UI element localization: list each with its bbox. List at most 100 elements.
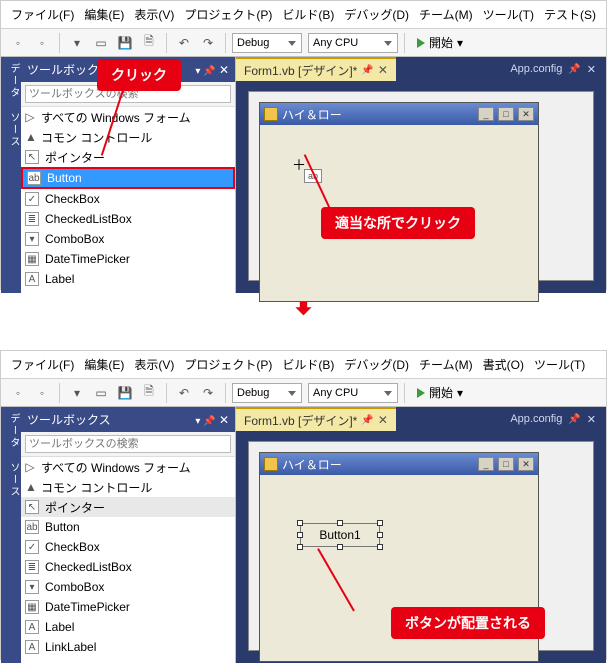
pin-icon[interactable]: ▾ 📌: [195, 66, 215, 77]
close-tab-icon[interactable]: ✕: [378, 413, 388, 427]
menu-project[interactable]: プロジェクト(P): [180, 354, 276, 375]
toolbox-item-combobox[interactable]: ▾ComboBox: [21, 577, 235, 597]
menu-debug[interactable]: デバッグ(D): [340, 354, 413, 375]
save-button[interactable]: 💾: [114, 382, 136, 404]
toolbox-item-label[interactable]: ALabel: [21, 269, 235, 289]
form-titlebar: ハイ＆ロー _ □ ✕: [260, 103, 538, 125]
toolbox-item-label: DateTimePicker: [45, 252, 130, 266]
menu-tools[interactable]: ツール(T): [530, 354, 589, 375]
design-canvas[interactable]: ハイ＆ロー _ □ ✕ ＋ ab: [248, 91, 594, 281]
datasource-side-tab[interactable]: データ ソース: [1, 407, 21, 663]
menu-team[interactable]: チーム(M): [415, 354, 477, 375]
toolbox-item-datetimepicker[interactable]: ▦DateTimePicker: [21, 597, 235, 617]
menu-edit[interactable]: 編集(E): [80, 4, 128, 25]
maximize-button[interactable]: □: [498, 107, 514, 121]
doc-tab-inactive[interactable]: App.config 📌 ✕: [500, 407, 606, 431]
resize-handle[interactable]: [337, 520, 343, 526]
doc-tab-inactive[interactable]: App.config 📌 ✕: [500, 57, 606, 81]
resize-handle[interactable]: [377, 520, 383, 526]
new-item-button[interactable]: ▾: [66, 32, 88, 54]
save-all-button[interactable]: 🗎: [138, 32, 160, 54]
toolbox-item-datetimepicker[interactable]: ▦ DateTimePicker: [21, 249, 235, 269]
platform-dropdown[interactable]: Any CPU: [308, 383, 398, 403]
toolbox-item-checkedlistbox[interactable]: ≣CheckedListBox: [21, 557, 235, 577]
doc-tab-active[interactable]: Form1.vb [デザイン]* 📌 ✕: [236, 407, 396, 431]
open-button[interactable]: ▭: [90, 382, 112, 404]
undo-button[interactable]: ↶: [173, 382, 195, 404]
platform-dropdown[interactable]: Any CPU: [308, 33, 398, 53]
group-common-controls[interactable]: ▲コモン コントロール: [21, 127, 235, 147]
new-item-button[interactable]: ▾: [66, 382, 88, 404]
nav-fwd-button[interactable]: ◦: [31, 32, 53, 54]
menu-edit[interactable]: 編集(E): [80, 354, 128, 375]
open-button[interactable]: ▭: [90, 32, 112, 54]
close-tab-icon[interactable]: ✕: [378, 63, 388, 77]
toolbox-item-checkbox[interactable]: ✓CheckBox: [21, 537, 235, 557]
menu-team[interactable]: チーム(M): [415, 4, 477, 25]
close-icon[interactable]: ✕: [219, 413, 229, 427]
toolbox-item-combobox[interactable]: ▾ComboBox: [21, 229, 235, 249]
resize-handle[interactable]: [297, 532, 303, 538]
pin-icon: 📌: [568, 414, 580, 425]
redo-button[interactable]: ↷: [197, 32, 219, 54]
toolbox-item-button[interactable]: abButton: [21, 167, 235, 189]
toolbox-item-checkedlistbox[interactable]: ≣CheckedListBox: [21, 209, 235, 229]
resize-handle[interactable]: [377, 544, 383, 550]
pin-icon[interactable]: 📌: [361, 415, 373, 426]
close-tab-icon[interactable]: ✕: [587, 63, 596, 76]
window-close-button[interactable]: ✕: [518, 457, 534, 471]
resize-handle[interactable]: [297, 544, 303, 550]
menu-view[interactable]: 表示(V): [130, 4, 178, 25]
pointer-icon: ↖: [25, 150, 39, 164]
config-dropdown[interactable]: Debug: [232, 33, 302, 53]
start-debug-button[interactable]: 開始▾: [411, 32, 469, 54]
resize-handle[interactable]: [297, 520, 303, 526]
maximize-button[interactable]: □: [498, 457, 514, 471]
placed-button[interactable]: Button1: [300, 523, 380, 547]
nav-back-button[interactable]: ◦: [7, 382, 29, 404]
redo-button[interactable]: ↷: [197, 382, 219, 404]
undo-button[interactable]: ↶: [173, 32, 195, 54]
menu-project[interactable]: プロジェクト(P): [180, 4, 276, 25]
group-common-controls[interactable]: ▲コモン コントロール: [21, 477, 235, 497]
nav-back-button[interactable]: ◦: [7, 32, 29, 54]
menu-test[interactable]: テスト(S): [540, 4, 600, 25]
toolbox-item-checkbox[interactable]: ✓CheckBox: [21, 189, 235, 209]
save-button[interactable]: 💾: [114, 32, 136, 54]
close-icon[interactable]: ✕: [219, 63, 229, 77]
window-close-button[interactable]: ✕: [518, 107, 534, 121]
toolbox-item-linklabel[interactable]: ALinkLabel: [21, 637, 235, 657]
nav-fwd-button[interactable]: ◦: [31, 382, 53, 404]
menu-build[interactable]: ビルド(B): [278, 4, 338, 25]
group-all-windows-forms[interactable]: ▷すべての Windows フォーム: [21, 457, 235, 477]
doc-tab-active[interactable]: Form1.vb [デザイン]* 📌 ✕: [236, 57, 396, 81]
resize-handle[interactable]: [337, 544, 343, 550]
menu-format[interactable]: 書式(O): [479, 354, 528, 375]
close-tab-icon[interactable]: ✕: [587, 413, 596, 426]
menu-file[interactable]: ファイル(F): [7, 354, 78, 375]
toolbox-item-pointer[interactable]: ↖ポインター: [21, 147, 235, 167]
save-all-button[interactable]: 🗎: [138, 382, 160, 404]
menu-debug[interactable]: デバッグ(D): [340, 4, 413, 25]
form-window[interactable]: ハイ＆ロー _ □ ✕ ＋ ab: [259, 102, 539, 302]
toolbox-item-label[interactable]: ALabel: [21, 617, 235, 637]
datetimepicker-icon: ▦: [25, 252, 39, 266]
minimize-button[interactable]: _: [478, 457, 494, 471]
play-icon: [417, 38, 425, 48]
toolbox-item-button[interactable]: abButton: [21, 517, 235, 537]
start-debug-button[interactable]: 開始▾: [411, 382, 469, 404]
group-all-windows-forms[interactable]: ▷すべての Windows フォーム: [21, 107, 235, 127]
start-label: 開始: [429, 384, 453, 401]
minimize-button[interactable]: _: [478, 107, 494, 121]
datasource-side-tab[interactable]: データ ソース: [1, 57, 21, 293]
config-dropdown[interactable]: Debug: [232, 383, 302, 403]
resize-handle[interactable]: [377, 532, 383, 538]
menu-file[interactable]: ファイル(F): [7, 4, 78, 25]
pin-icon[interactable]: 📌: [361, 65, 373, 76]
pin-icon[interactable]: ▾ 📌: [195, 416, 215, 427]
toolbox-search-input[interactable]: [25, 435, 231, 453]
toolbox-item-pointer[interactable]: ↖ポインター: [21, 497, 235, 517]
menu-build[interactable]: ビルド(B): [278, 354, 338, 375]
menu-tools[interactable]: ツール(T): [479, 4, 538, 25]
menu-view[interactable]: 表示(V): [130, 354, 178, 375]
